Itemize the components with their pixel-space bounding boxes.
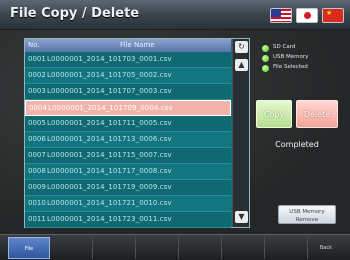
main-panel: No. File Name 0001 L0000001_2014_101703_0… [0,30,350,234]
row-number: 0001 [28,55,46,63]
row-file-name: L0000001_2014_101707_0003.csv [47,87,172,95]
fkey-empty-6[interactable] [223,237,265,259]
table-row[interactable]: 0010 L0000001_2014_101721_0010.csv [25,196,231,212]
row-number: 0006 [28,135,46,143]
scroll-down-button[interactable]: ▼ [235,211,248,223]
status-usb-memory: USB Memory [262,54,308,64]
row-number: 0003 [28,87,46,95]
table-row[interactable]: 0004 L0000001_2014_101709_0004.csv [25,100,231,116]
status-indicators: SD Card USB Memory File Selected [262,44,308,74]
row-number: 0010 [28,199,46,207]
row-file-name: L0000001_2014_101715_0007.csv [47,151,172,159]
file-list-header: No. File Name [25,39,231,52]
fkey-file[interactable]: File [8,237,50,259]
table-row[interactable]: 0005 L0000001_2014_101711_0005.csv [25,116,231,132]
column-header-no: No. [28,41,40,49]
fkey-back[interactable]: Back [306,237,346,259]
table-row[interactable]: 0001 L0000001_2014_101703_0001.csv [25,52,231,68]
row-number: 0009 [28,183,46,191]
row-file-name: L0000001_2014_101705_0002.csv [47,71,172,79]
fkey-empty-7[interactable] [266,237,308,259]
led-indicator-icon [262,55,269,62]
row-number: 0011 [28,215,46,223]
fkey-empty-4[interactable] [137,237,179,259]
row-number: 0005 [28,119,46,127]
china-flag-icon[interactable]: ★ [322,8,344,23]
table-row[interactable]: 0008 L0000001_2014_101717_0008.csv [25,164,231,180]
title-bar: File Copy / Delete ★ [0,0,350,30]
row-file-name: L0000001_2014_101709_0004.csv [48,104,173,112]
fkey-empty-3[interactable] [94,237,136,259]
usb-remove-label-2: Remove [295,217,319,223]
column-header-file-name: File Name [120,41,155,49]
status-file-selected: File Selected [262,64,308,74]
table-row[interactable]: 0009 L0000001_2014_101719_0009.csv [25,180,231,196]
scrollbar[interactable]: ↻ ▲ ▼ [232,39,249,227]
led-indicator-icon [262,45,269,52]
row-file-name: L0000001_2014_101703_0001.csv [47,55,172,63]
row-number: 0002 [28,71,46,79]
delete-button[interactable]: Delete [296,100,338,128]
row-file-name: L0000001_2014_101713_0006.csv [47,135,172,143]
table-row[interactable]: 0006 L0000001_2014_101713_0006.csv [25,132,231,148]
row-file-name: L0000001_2014_101717_0008.csv [47,167,172,175]
row-number: 0008 [28,167,46,175]
japan-flag-icon[interactable] [296,8,318,23]
file-list: No. File Name 0001 L0000001_2014_101703_0… [24,38,250,228]
usb-remove-label-1: USB Memory [289,209,325,215]
table-row[interactable]: 0003 L0000001_2014_101707_0003.csv [25,84,231,100]
row-file-name: L0000001_2014_101711_0005.csv [47,119,172,127]
fkey-empty-5[interactable] [180,237,222,259]
status-message: Completed [275,140,319,149]
row-file-name: L0000001_2014_101721_0010.csv [47,199,172,207]
fkey-empty-2[interactable] [51,237,93,259]
row-number: 0004 [29,104,47,112]
row-file-name: L0000001_2014_101723_0011.csv [47,215,172,223]
us-flag-icon[interactable] [270,8,292,23]
row-file-name: L0000001_2014_101719_0009.csv [47,183,172,191]
usb-memory-remove-button[interactable]: USB Memory Remove [278,205,336,224]
scroll-up-button[interactable]: ▲ [235,59,248,71]
refresh-icon[interactable]: ↻ [235,41,248,53]
file-rows: 0001 L0000001_2014_101703_0001.csv 0002 L00… [25,52,231,228]
table-row[interactable]: 0002 L0000001_2014_101705_0002.csv [25,68,231,84]
copy-button[interactable]: Copy [256,100,292,128]
page-title: File Copy / Delete [10,6,140,21]
status-sd-card: SD Card [262,44,308,54]
table-row[interactable]: 0007 L0000001_2014_101715_0007.csv [25,148,231,164]
table-row[interactable]: 0011 L0000001_2014_101723_0011.csv [25,212,231,228]
row-number: 0007 [28,151,46,159]
function-key-bar: File Back [0,234,350,260]
led-indicator-icon [262,65,269,72]
